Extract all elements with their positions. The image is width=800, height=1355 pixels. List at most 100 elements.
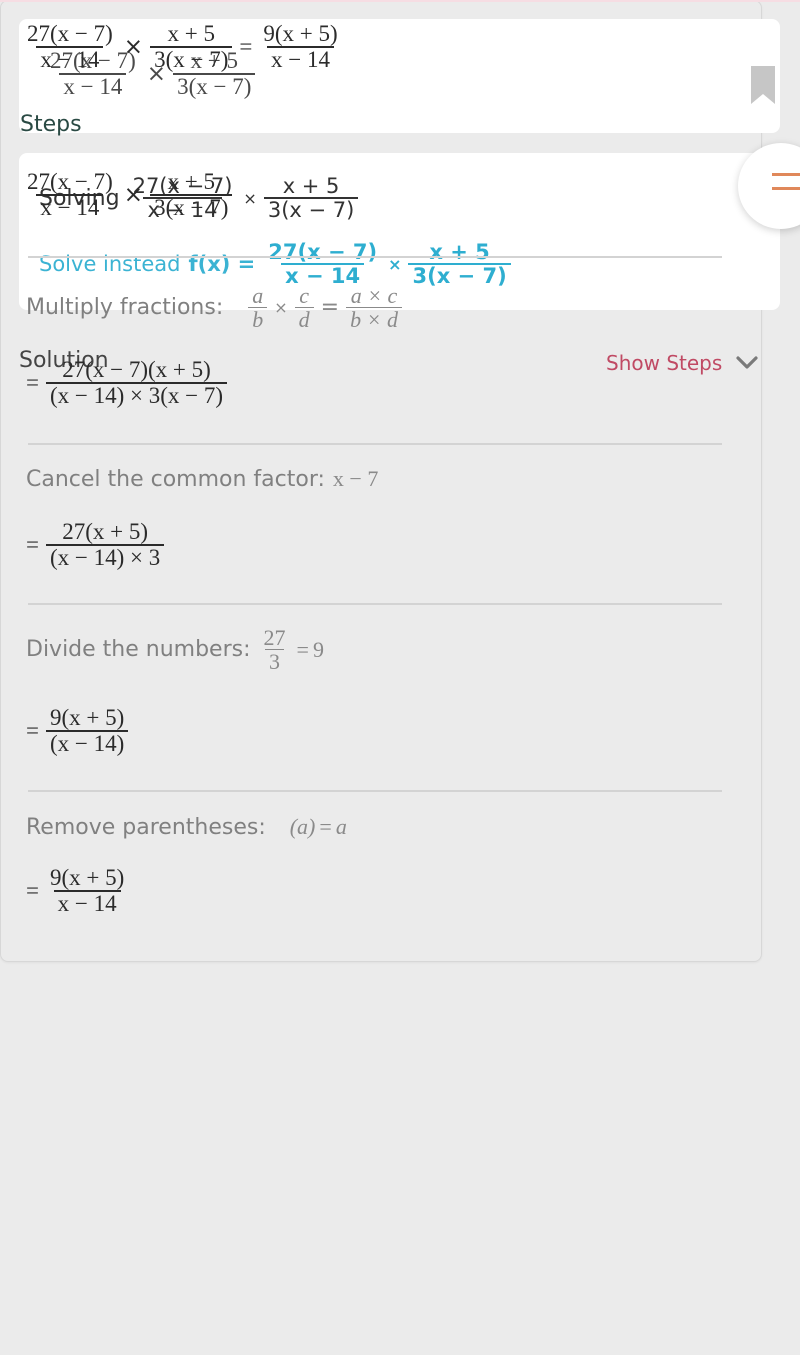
times-operator: × xyxy=(123,34,144,61)
numerator: 27(x − 7) xyxy=(27,169,113,194)
steps-heading: Steps xyxy=(20,112,82,137)
denominator: x − 14 xyxy=(53,890,121,916)
rule-lhs: (a) xyxy=(289,814,316,839)
equals-sign: = xyxy=(319,814,332,839)
solution-card: 27(x − 7) x − 14 × x + 5 3(x − 7) = 9(x … xyxy=(0,0,762,962)
result-value: 9 xyxy=(312,636,324,662)
denominator: d xyxy=(294,307,314,331)
menu-icon-bar xyxy=(772,187,800,190)
denominator: 3(x − 7) xyxy=(150,194,233,220)
equals-sign: = xyxy=(239,34,253,60)
numerator: x + 5 xyxy=(282,174,340,198)
step-label: Multiply fractions: xyxy=(26,295,224,321)
denominator: 3 xyxy=(265,649,285,673)
equals-sign: = xyxy=(320,295,340,321)
solution-result: 27(x − 7) x − 14 × x + 5 3(x − 7) = 9(x … xyxy=(20,21,345,72)
fraction: a × c b × d xyxy=(346,284,402,331)
times-operator: × xyxy=(243,188,257,208)
fraction: 27 3 xyxy=(260,626,290,673)
denominator: b xyxy=(248,307,268,331)
equals-sign: = xyxy=(296,636,309,662)
show-steps-button[interactable]: Show Steps xyxy=(606,351,758,375)
denominator: 3(x − 7) xyxy=(150,46,233,72)
fraction: 9(x + 5) (x − 14) xyxy=(45,705,129,756)
chevron-down-icon xyxy=(736,356,758,369)
step-factor: x − 7 xyxy=(333,466,378,492)
numerator: 9(x + 5) xyxy=(49,865,125,890)
numerator: a × c xyxy=(350,283,398,308)
factor-expression: x − 7 xyxy=(332,466,379,491)
fraction: 27(x − 7) x − 14 xyxy=(23,169,117,220)
menu-icon-bar xyxy=(772,173,800,176)
numerator: 27(x − 7) xyxy=(268,240,378,264)
step-rule: (a) = a xyxy=(290,814,347,840)
bookmark-icon[interactable] xyxy=(751,66,775,104)
fraction: x + 5 3(x − 7) xyxy=(408,240,511,287)
equals-sign: = xyxy=(26,718,39,744)
numerator: 9(x + 5) xyxy=(49,705,125,730)
fraction: 27(x + 5) (x − 14) × 3 xyxy=(45,519,165,570)
step-label: Remove parentheses: xyxy=(26,814,266,840)
step-rule: 27 3 = 9 xyxy=(257,626,324,673)
numerator: 27(x − 7)(x + 5) xyxy=(62,357,211,382)
fraction: 9(x + 5) x − 14 xyxy=(259,21,341,72)
numerator: a xyxy=(252,283,264,308)
step-divider xyxy=(28,603,722,605)
denominator: (x − 14) × 3(x − 7) xyxy=(45,382,228,408)
solve-instead-link[interactable]: Solve instead f(x) = 27(x − 7) x − 14 × … xyxy=(39,241,514,287)
fraction: 27(x − 7) x − 14 xyxy=(23,21,117,72)
steps-start-expression: 27(x − 7) x − 14 × x + 5 3(x − 7) xyxy=(20,169,235,220)
denominator: (x − 14) xyxy=(45,730,129,756)
denominator: x − 14 xyxy=(36,46,104,72)
fraction: a b xyxy=(248,283,268,331)
solve-instead-expression: 27(x − 7) x − 14 × x + 5 3(x − 7) xyxy=(261,241,513,287)
fraction: c d xyxy=(294,283,314,331)
equals-sign: = xyxy=(26,532,39,558)
step-result-expression: = 9(x + 5) (x − 14) xyxy=(26,705,131,756)
step-description: Multiply fractions: a b × c d = a × c b … xyxy=(26,284,405,331)
step-description: Remove parentheses: (a) = a xyxy=(26,814,347,840)
numerator: x + 5 xyxy=(167,169,215,194)
step-result: = 27(x + 5) (x − 14) × 3 xyxy=(26,519,167,570)
top-strip xyxy=(0,0,800,2)
step-description: Cancel the common factor: x − 7 xyxy=(26,466,378,492)
denominator: x − 14 xyxy=(59,73,127,99)
fraction: 9(x + 5) x − 14 xyxy=(46,865,128,916)
fraction: 27(x − 7)(x + 5) (x − 14) × 3(x − 7) xyxy=(45,357,228,408)
step-result-expression: = 27(x + 5) (x − 14) × 3 xyxy=(26,519,167,570)
equals-sign: = xyxy=(26,370,39,396)
denominator: 3(x − 7) xyxy=(263,197,359,221)
fraction: 27(x − 7) x − 14 xyxy=(264,241,381,287)
equals-sign: = xyxy=(26,878,39,904)
times-operator: × xyxy=(274,298,288,318)
denominator: x − 14 xyxy=(267,46,334,72)
denominator: x − 14 xyxy=(36,194,104,220)
step-result: = 9(x + 5) (x − 14) xyxy=(26,705,131,756)
denominator: (x − 14) × 3 xyxy=(45,544,165,570)
numerator: 27 xyxy=(263,625,286,650)
step-result: = 27(x − 7)(x + 5) (x − 14) × 3(x − 7) xyxy=(26,357,230,408)
step-label: Cancel the common factor: xyxy=(26,466,325,492)
fraction: x + 5 3(x − 7) xyxy=(263,174,359,221)
numerator: 27(x + 5) xyxy=(62,519,149,544)
times-operator: × xyxy=(123,182,144,209)
numerator: c xyxy=(299,283,310,308)
step-result-expression: = 9(x + 5) x − 14 xyxy=(26,865,131,916)
show-steps-label: Show Steps xyxy=(606,351,723,375)
step-result-expression: = 27(x − 7)(x + 5) (x − 14) × 3(x − 7) xyxy=(26,357,230,408)
fraction: x + 5 3(x − 7) xyxy=(150,21,233,72)
numerator: 27(x − 7) xyxy=(27,21,113,46)
numerator: x + 5 xyxy=(167,21,215,46)
denominator: 3(x − 7) xyxy=(173,73,256,99)
step-description: Divide the numbers: 27 3 = 9 xyxy=(26,626,324,673)
step-result: = 9(x + 5) x − 14 xyxy=(26,865,131,916)
step-divider xyxy=(28,443,722,445)
numerator: 9(x + 5) xyxy=(263,21,338,46)
rule-rhs: a xyxy=(335,814,347,839)
numerator: x + 5 xyxy=(429,240,490,264)
step-divider xyxy=(28,256,722,258)
denominator: 3(x − 7) xyxy=(408,263,511,287)
step-rule: a b × c d = a × c b × d xyxy=(245,284,405,331)
fraction: x + 5 3(x − 7) xyxy=(150,169,233,220)
step-divider xyxy=(28,790,722,792)
